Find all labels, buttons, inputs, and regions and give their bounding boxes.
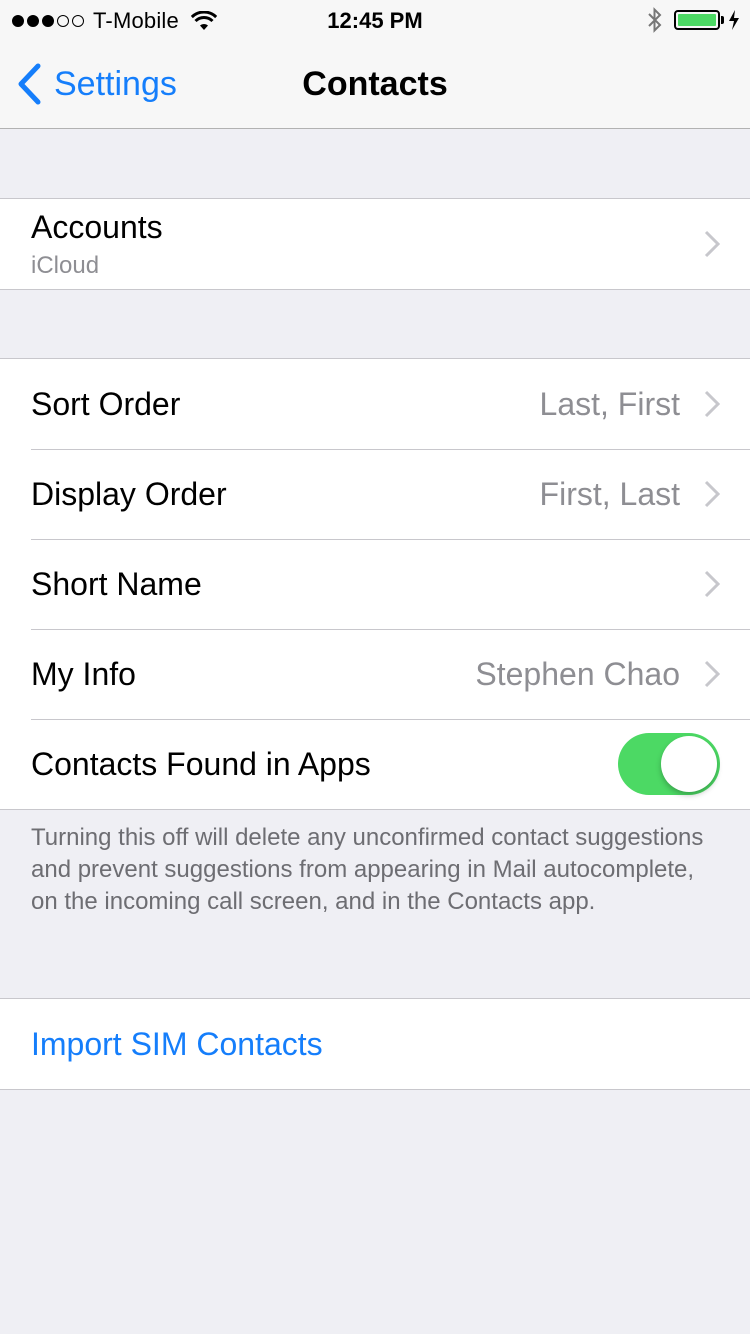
chevron-right-icon <box>704 570 720 598</box>
status-time: 12:45 PM <box>327 8 423 33</box>
accounts-group: Accounts iCloud <box>0 198 750 290</box>
charging-bolt-icon <box>729 10 739 30</box>
display-order-label: Display Order <box>31 475 227 512</box>
contacts-settings-group: Sort Order Last, First Display Order Fir… <box>0 358 750 810</box>
status-bar: T-Mobile 12:45 PM <box>0 0 750 40</box>
accounts-label: Accounts <box>31 208 163 245</box>
page-title: Contacts <box>302 65 448 103</box>
my-info-value: Stephen Chao <box>475 655 680 692</box>
accounts-row[interactable]: Accounts iCloud <box>0 199 750 289</box>
contacts-found-in-apps-row: Contacts Found in Apps <box>0 719 750 809</box>
sort-order-row[interactable]: Sort Order Last, First <box>0 359 750 449</box>
display-order-row[interactable]: Display Order First, Last <box>0 449 750 539</box>
sort-order-label: Sort Order <box>31 385 181 422</box>
short-name-row[interactable]: Short Name <box>0 539 750 629</box>
navigation-bar: Settings Contacts <box>0 40 750 129</box>
import-sim-contacts-button[interactable]: Import SIM Contacts <box>31 1026 323 1063</box>
footer-note: Turning this off will delete any unconfi… <box>31 824 704 915</box>
my-info-label: My Info <box>31 655 136 692</box>
contacts-settings-screen: T-Mobile 12:45 PM Settings Contacts Acco… <box>0 0 750 1334</box>
battery-tip <box>721 16 724 24</box>
contacts-found-in-apps-toggle[interactable] <box>618 733 720 795</box>
battery-icon <box>674 10 720 30</box>
chevron-right-icon <box>704 230 720 258</box>
chevron-right-icon <box>704 390 720 418</box>
my-info-row[interactable]: My Info Stephen Chao <box>0 629 750 719</box>
toggle-knob <box>661 736 717 792</box>
chevron-right-icon <box>704 660 720 688</box>
display-order-value: First, Last <box>539 475 680 512</box>
sort-order-value: Last, First <box>539 385 680 422</box>
status-right <box>646 7 740 33</box>
accounts-sublabel: iCloud <box>31 251 100 279</box>
contacts-found-in-apps-label: Contacts Found in Apps <box>31 745 371 782</box>
import-group: Import SIM Contacts <box>0 998 750 1090</box>
short-name-label: Short Name <box>31 565 202 602</box>
bluetooth-icon <box>648 7 662 33</box>
import-sim-contacts-row[interactable]: Import SIM Contacts <box>0 999 750 1089</box>
battery-level <box>678 14 716 26</box>
chevron-right-icon <box>704 480 720 508</box>
